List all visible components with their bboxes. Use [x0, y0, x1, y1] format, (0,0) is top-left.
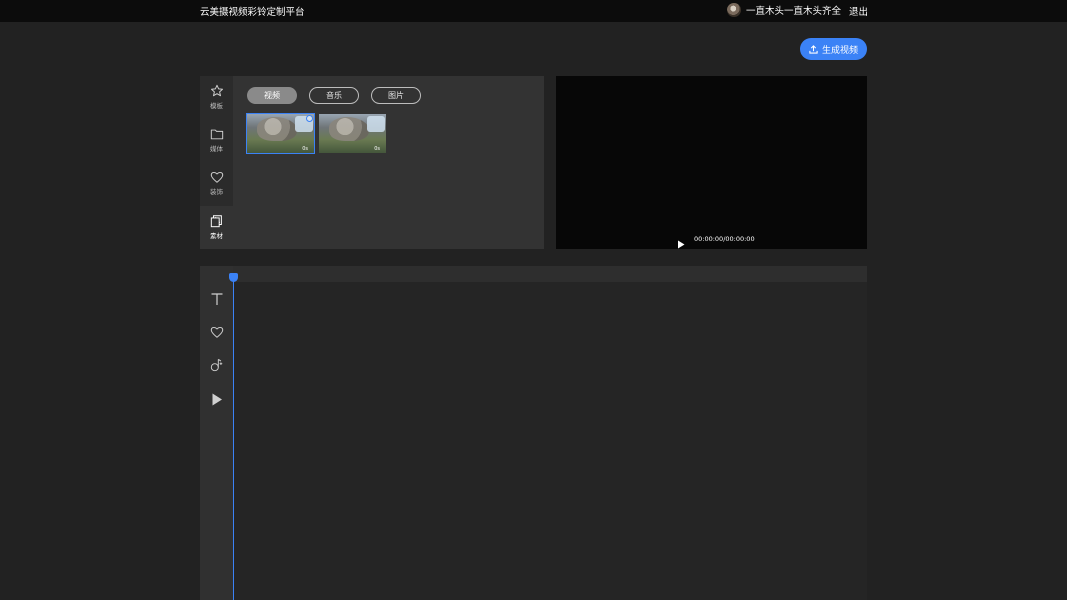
username[interactable]: 一直木头一直木头齐全 — [746, 3, 841, 17]
sidebar-item-material[interactable]: 素材 — [200, 206, 233, 249]
side-nav: 模板 媒体 装饰 素材 — [200, 76, 233, 249]
preview-time: 00:00:00/00:00:00 — [694, 235, 755, 243]
sidebar-item-label: 装饰 — [210, 188, 223, 196]
thumbnail-duration: 0s — [374, 146, 380, 152]
timeline[interactable] — [200, 266, 867, 600]
thumbnail-image — [329, 117, 369, 141]
timeline-ruler[interactable] — [200, 266, 867, 282]
star-icon — [210, 84, 223, 97]
video-thumbnail[interactable]: 0s — [319, 114, 386, 153]
text-track-button[interactable] — [208, 290, 226, 308]
text-icon — [211, 293, 223, 305]
library-panel: 模板 媒体 装饰 素材 视频 音乐 图片 0s 0s — [200, 76, 544, 249]
tab-video[interactable]: 视频 — [247, 87, 297, 104]
thumbnail-image — [367, 116, 385, 132]
sidebar-item-label: 媒体 — [210, 145, 223, 153]
sidebar-item-label: 模板 — [210, 102, 223, 110]
play-icon — [212, 393, 222, 405]
tab-image[interactable]: 图片 — [371, 87, 421, 104]
play-icon — [678, 240, 685, 249]
upload-icon — [809, 44, 818, 54]
heart-icon — [210, 171, 223, 183]
logout-link[interactable]: 退出 — [849, 4, 868, 18]
video-preview[interactable] — [556, 76, 867, 249]
sidebar-item-template[interactable]: 模板 — [200, 76, 233, 119]
copy-icon — [210, 215, 222, 228]
music-note-icon — [210, 358, 223, 372]
thumbnail-duration: 0s — [302, 146, 308, 152]
app-title: 云美摄视频彩铃定制平台 — [200, 7, 305, 18]
folder-icon — [210, 129, 223, 140]
sidebar-item-label: 素材 — [210, 232, 223, 240]
video-track-button[interactable] — [208, 390, 226, 408]
heart-icon — [210, 326, 224, 338]
top-bar: 云美摄视频彩铃定制平台 一直木头一直木头齐全 退出 — [0, 0, 1067, 22]
video-thumbnail[interactable]: 0s — [246, 113, 315, 154]
sidebar-item-decoration[interactable]: 装饰 — [200, 162, 233, 205]
library-content: 视频 音乐 图片 0s 0s — [233, 76, 544, 249]
music-track-button[interactable] — [208, 356, 226, 374]
decoration-track-button[interactable] — [208, 323, 226, 341]
sidebar-item-media[interactable]: 媒体 — [200, 119, 233, 162]
timeline-tools — [200, 266, 233, 600]
generate-video-button[interactable]: 生成视频 — [800, 38, 867, 60]
avatar[interactable] — [727, 3, 741, 17]
playhead-line — [233, 278, 234, 600]
tab-music[interactable]: 音乐 — [309, 87, 359, 104]
user-info[interactable]: 一直木头一直木头齐全 — [727, 3, 841, 17]
thumbnail-image — [257, 117, 297, 141]
playhead-handle[interactable] — [229, 273, 238, 282]
select-checkbox[interactable] — [306, 115, 313, 122]
preview-play-button[interactable] — [677, 234, 685, 253]
generate-video-label: 生成视频 — [821, 45, 858, 56]
